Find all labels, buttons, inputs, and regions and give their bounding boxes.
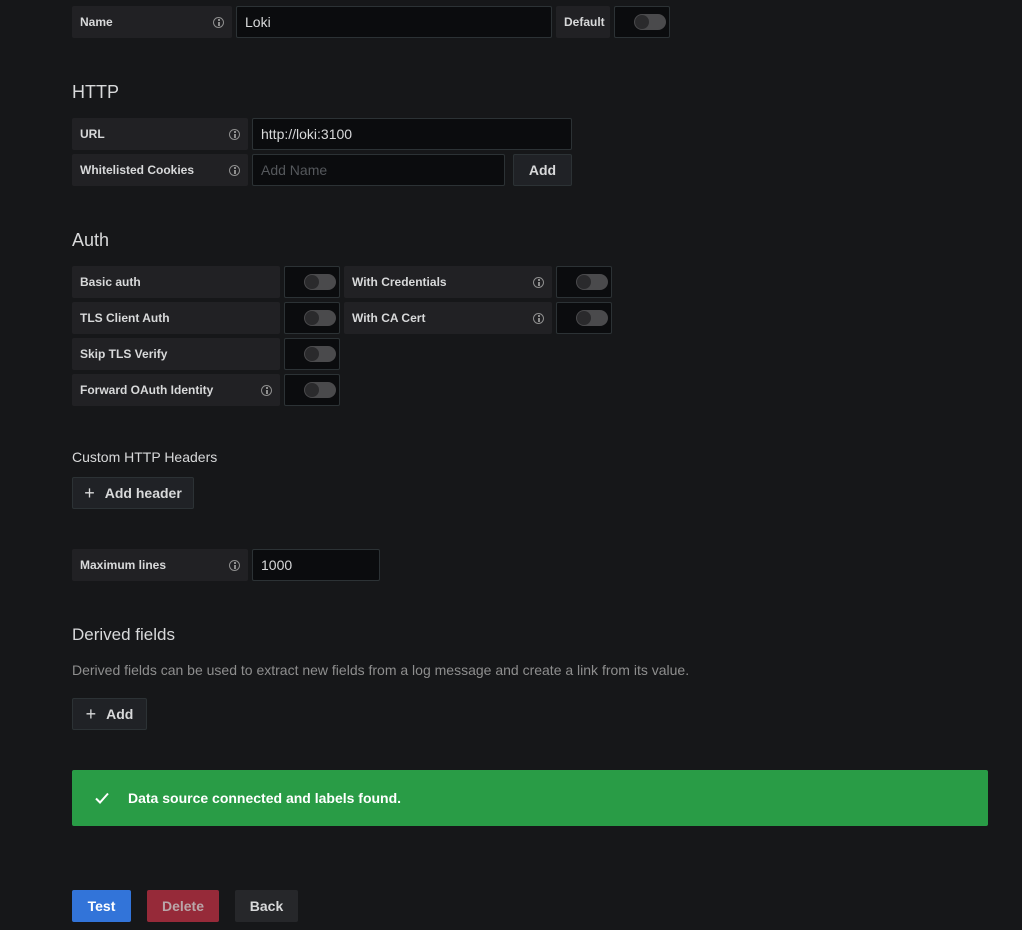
default-toggle[interactable] [634, 14, 666, 30]
forward-oauth-toggle[interactable] [304, 382, 336, 398]
add-derived-field-button[interactable]: + Add [72, 698, 147, 730]
skip-tls-verify-label-text: Skip TLS Verify [80, 347, 168, 361]
default-label: Default [556, 6, 610, 38]
alert-message: Data source connected and labels found. [128, 790, 402, 806]
basic-auth-label: Basic auth [72, 266, 280, 298]
basic-auth-toggle-box [284, 266, 340, 298]
with-credentials-label: With Credentials [344, 266, 552, 298]
success-alert: Data source connected and labels found. [72, 770, 988, 826]
maximum-lines-label: Maximum lines [72, 549, 248, 581]
info-icon[interactable] [229, 559, 240, 571]
skip-tls-verify-label: Skip TLS Verify [72, 338, 280, 370]
with-credentials-label-text: With Credentials [352, 275, 447, 289]
name-label: Name [72, 6, 232, 38]
with-ca-cert-label-text: With CA Cert [352, 311, 426, 325]
forward-oauth-label-text: Forward OAuth Identity [80, 383, 214, 397]
tls-client-auth-toggle[interactable] [304, 310, 336, 326]
auth-section-title: Auth [72, 230, 110, 250]
cookie-name-input[interactable]: Add Name [252, 154, 505, 186]
whitelisted-cookies-label: Whitelisted Cookies [72, 154, 248, 186]
derived-fields-description: Derived fields can be used to extract ne… [72, 662, 690, 678]
tls-client-auth-label: TLS Client Auth [72, 302, 280, 334]
add-header-button[interactable]: + Add header [72, 477, 194, 509]
basic-auth-label-text: Basic auth [80, 275, 141, 289]
add-derived-field-label: Add [106, 706, 134, 722]
forward-oauth-toggle-box [284, 374, 340, 406]
skip-tls-verify-toggle-box [284, 338, 340, 370]
basic-auth-toggle[interactable] [304, 274, 336, 290]
with-credentials-toggle-box [556, 266, 612, 298]
info-icon[interactable] [229, 128, 240, 140]
info-icon[interactable] [261, 384, 272, 396]
info-icon[interactable] [533, 312, 544, 324]
name-input[interactable]: Loki [236, 6, 552, 38]
with-credentials-toggle[interactable] [576, 274, 608, 290]
skip-tls-verify-toggle[interactable] [304, 346, 336, 362]
url-label-text: URL [80, 127, 105, 141]
with-ca-cert-toggle[interactable] [576, 310, 608, 326]
default-toggle-box [614, 6, 670, 38]
plus-icon: + [84, 483, 95, 503]
http-section-title: HTTP [72, 82, 119, 102]
name-label-text: Name [80, 15, 113, 29]
info-icon[interactable] [533, 276, 544, 288]
url-input[interactable]: http://loki:3100 [252, 118, 572, 150]
whitelisted-cookies-label-text: Whitelisted Cookies [80, 163, 195, 177]
back-button[interactable]: Back [235, 890, 298, 922]
plus-icon: + [85, 704, 97, 724]
custom-headers-title: Custom HTTP Headers [72, 449, 218, 465]
url-label: URL [72, 118, 248, 150]
add-header-label: Add header [104, 485, 182, 501]
test-button[interactable]: Test [72, 890, 131, 922]
forward-oauth-label: Forward OAuth Identity [72, 374, 280, 406]
info-icon[interactable] [229, 164, 240, 176]
default-label-text: Default [564, 15, 605, 29]
check-icon [95, 792, 109, 804]
maximum-lines-input[interactable]: 1000 [252, 549, 380, 581]
derived-fields-title: Derived fields [72, 625, 175, 644]
with-ca-cert-toggle-box [556, 302, 612, 334]
maximum-lines-label-text: Maximum lines [80, 558, 167, 572]
tls-client-auth-label-text: TLS Client Auth [80, 311, 170, 325]
with-ca-cert-label: With CA Cert [344, 302, 552, 334]
tls-client-auth-toggle-box [284, 302, 340, 334]
info-icon[interactable] [213, 16, 224, 28]
delete-button[interactable]: Delete [147, 890, 219, 922]
add-cookie-button[interactable]: Add [513, 154, 572, 186]
